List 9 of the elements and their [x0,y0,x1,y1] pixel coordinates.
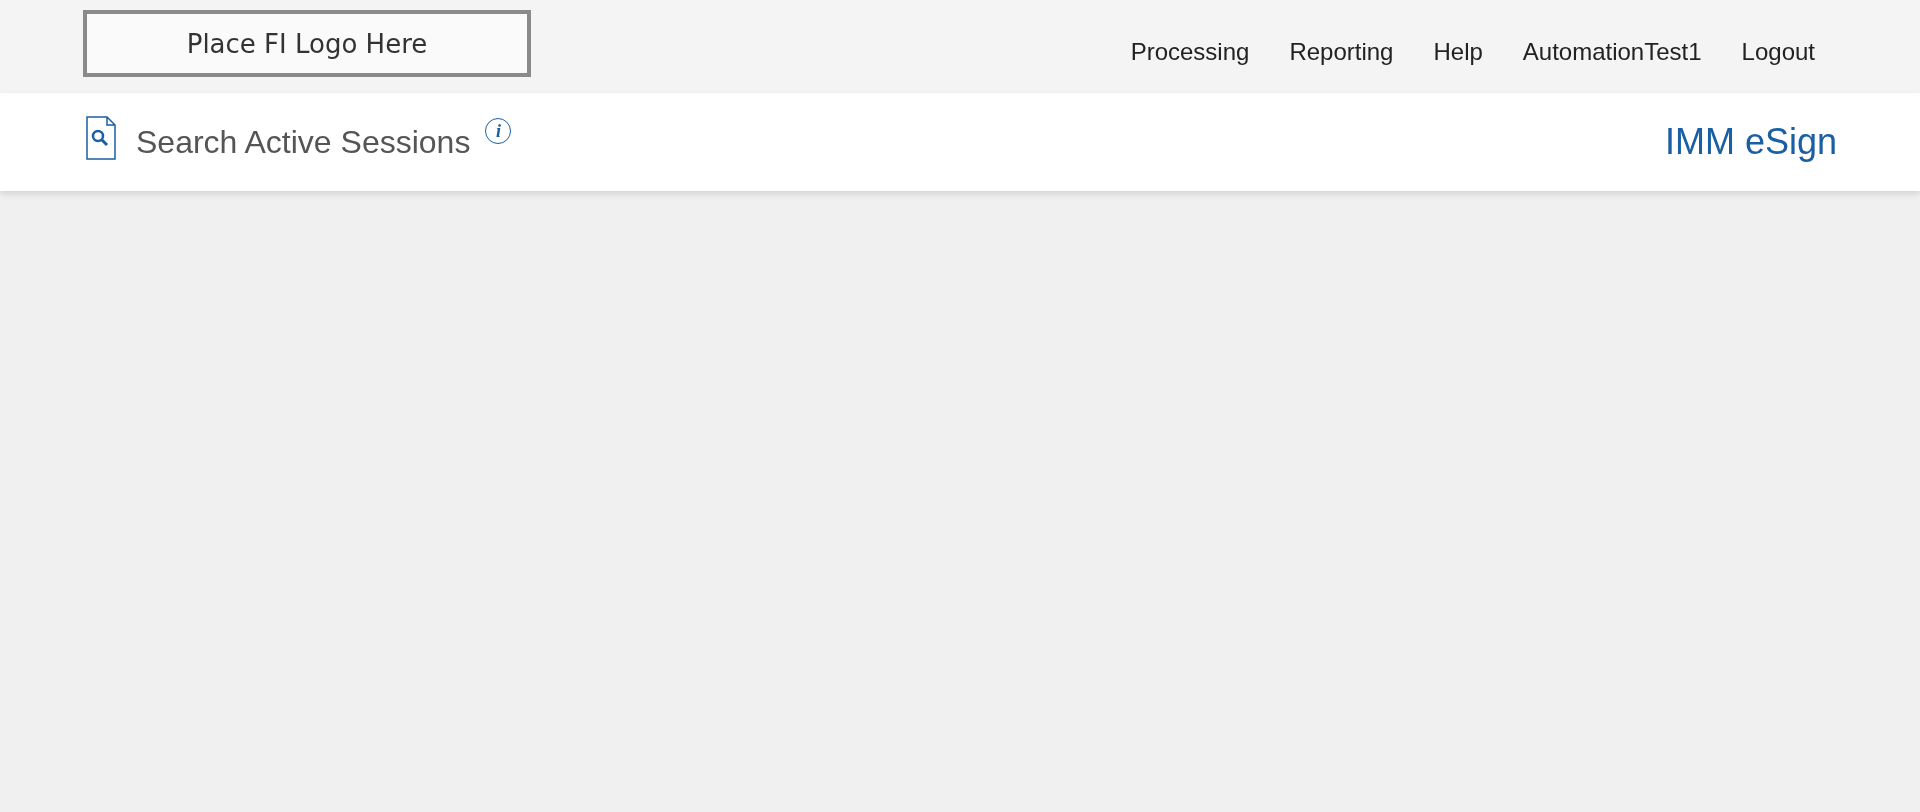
document-search-icon [86,116,116,160]
nav-link[interactable]: Reporting [1289,37,1394,66]
product-name: IMM eSign [1664,121,1837,163]
page-title: Search Active Sessions [136,123,471,161]
nav-link[interactable]: AutomationTest1 [1522,37,1702,66]
logo-text: Place FI Logo Here [186,28,428,59]
nav-link[interactable]: Logout [1741,37,1815,66]
nav-link[interactable]: Help [1433,37,1483,66]
nav-link[interactable]: Processing [1130,37,1250,66]
